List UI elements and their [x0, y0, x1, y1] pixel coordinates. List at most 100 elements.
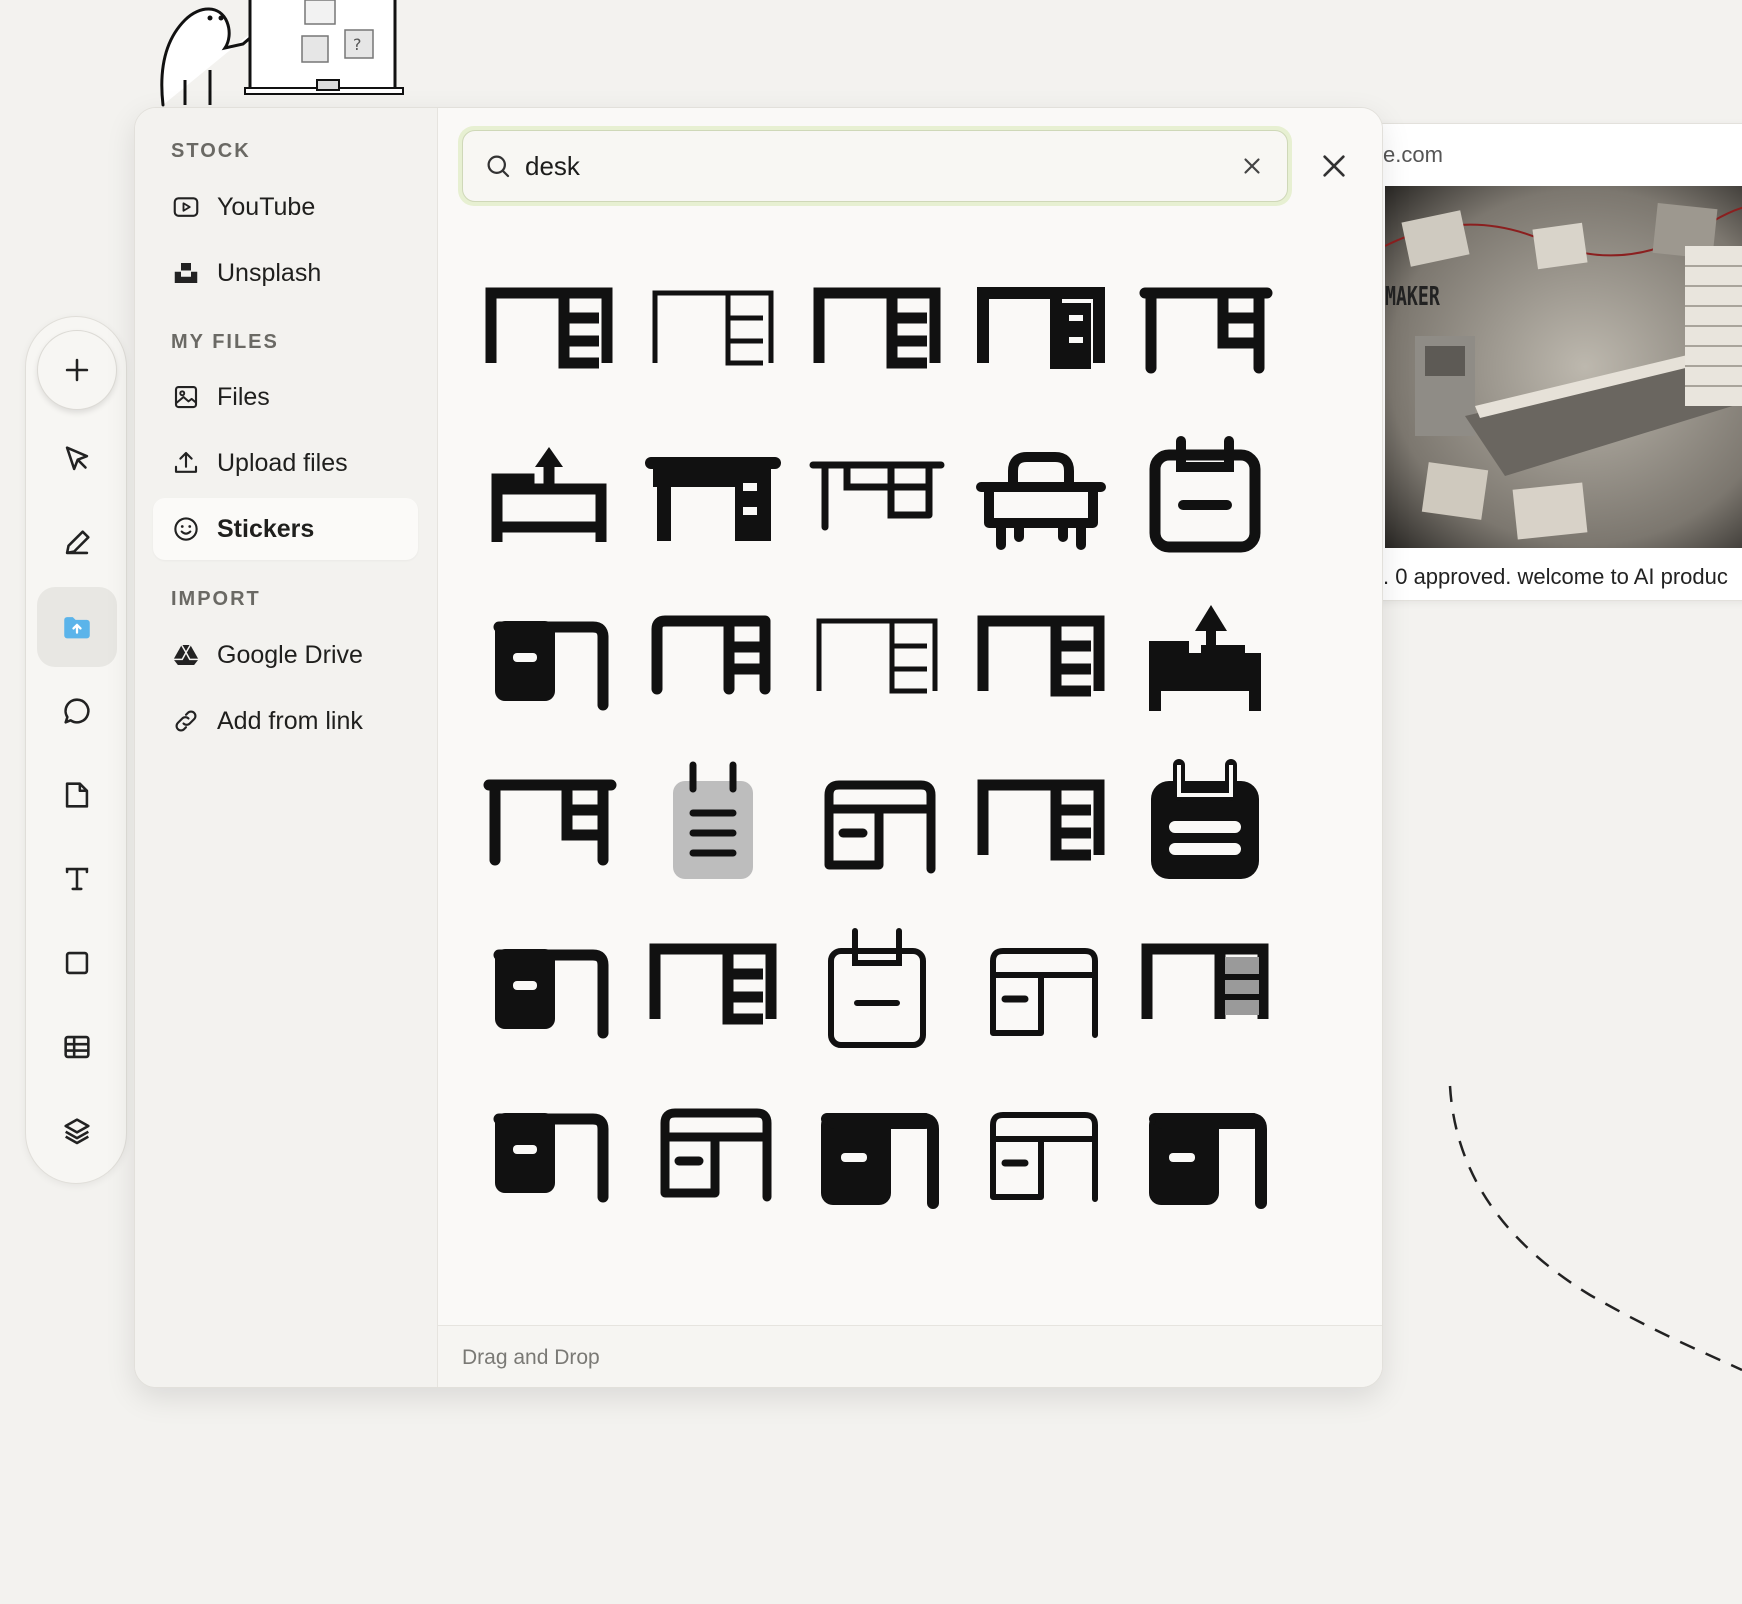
notepad-gray-icon	[673, 761, 753, 879]
desk-solid-icon	[645, 457, 781, 541]
search-input[interactable]	[525, 145, 1205, 187]
mascot-illustration: ?	[160, 0, 404, 107]
pen-tool[interactable]	[37, 503, 117, 583]
rectangle-icon	[65, 951, 89, 975]
sidebar-item-google-drive[interactable]: Google Drive	[153, 624, 418, 686]
sticker-item[interactable]	[474, 914, 624, 1064]
text-icon	[65, 867, 89, 891]
note-icon	[65, 782, 89, 808]
sidebar-item-unsplash[interactable]: Unsplash	[153, 242, 418, 304]
desk-drawer-left-solid-full-icon	[821, 1113, 939, 1209]
desk-drawers-bold-icon	[977, 287, 1105, 369]
sidebar-item-youtube[interactable]: YouTube	[153, 176, 418, 238]
sidebar-item-upload-files[interactable]: Upload files	[153, 432, 418, 494]
search-focus-ring	[458, 126, 1292, 206]
desk-drawers-icon	[977, 615, 1105, 697]
sticker-item[interactable]	[802, 750, 952, 900]
desk-drawer-left-thin-icon	[990, 1112, 1098, 1202]
desk-wide-thin-icon	[809, 461, 945, 531]
upload-icon	[171, 448, 201, 478]
sticker-item[interactable]	[802, 422, 952, 572]
search-icon	[487, 155, 510, 178]
media-panel: STOCK YouTube Unsplash MY FILES Files Up…	[134, 107, 1383, 1388]
comment-tool[interactable]	[37, 671, 117, 751]
shape-tool[interactable]	[37, 923, 117, 1003]
sidebar-item-files[interactable]: Files	[153, 366, 418, 428]
sticker-item[interactable]	[966, 914, 1116, 1064]
close-icon[interactable]	[1318, 150, 1350, 182]
search-box	[462, 130, 1288, 202]
clear-search-icon[interactable]	[1239, 153, 1265, 179]
unsplash-icon	[171, 258, 201, 288]
desk-drawer-left-solid-icon	[493, 1113, 609, 1203]
sidebar-item-label: Unsplash	[217, 258, 322, 287]
web-card-url: e.com	[1383, 142, 1443, 167]
sticker-item[interactable]	[966, 586, 1116, 736]
section-header-my-files: MY FILES	[171, 331, 279, 353]
desk-drawers-thin-icon	[816, 618, 938, 694]
sticker-item[interactable]	[474, 750, 624, 900]
sticker-item[interactable]	[638, 750, 788, 900]
sticker-item[interactable]	[1130, 914, 1280, 1064]
sticker-item[interactable]	[802, 914, 952, 1064]
desk-drawers-gray-icon	[1141, 943, 1269, 1019]
sticker-item[interactable]	[966, 1078, 1116, 1228]
sticker-item[interactable]	[966, 750, 1116, 900]
sidebar-item-stickers[interactable]: Stickers	[153, 498, 418, 560]
sticker-item[interactable]	[802, 1078, 952, 1228]
sticker-item[interactable]	[474, 1078, 624, 1228]
sticker-item[interactable]	[1130, 1078, 1280, 1228]
left-toolbar	[25, 316, 127, 1184]
sticker-item[interactable]	[802, 258, 952, 408]
pointer-icon	[65, 446, 89, 471]
sticker-item[interactable]	[638, 422, 788, 572]
plus-icon	[65, 358, 89, 382]
school-desk-icon	[976, 452, 1106, 550]
layers-icon	[64, 1118, 90, 1145]
text-tool[interactable]	[37, 839, 117, 919]
note-tool[interactable]	[37, 755, 117, 835]
sticker-item[interactable]	[802, 586, 952, 736]
desk-drawer-left-solid-full-icon	[1149, 1113, 1267, 1209]
web-card-thumbnail[interactable]: MAKER	[1385, 186, 1742, 548]
link-icon	[171, 706, 201, 736]
sticker-item[interactable]	[638, 1078, 788, 1228]
layers-tool[interactable]	[37, 1091, 117, 1171]
stickers-content: Drag and Drop	[438, 108, 1382, 1387]
drag-and-drop-hint: Drag and Drop	[462, 1346, 600, 1369]
comment-icon	[64, 698, 90, 724]
image-icon	[171, 382, 201, 412]
upload-media-tool[interactable]	[37, 587, 117, 667]
sticker-item[interactable]	[474, 258, 624, 408]
sidebar-item-add-from-link[interactable]: Add from link	[153, 690, 418, 752]
media-sidebar: STOCK YouTube Unsplash MY FILES Files Up…	[135, 108, 438, 1387]
smiley-icon	[171, 514, 201, 544]
desk-drawers-wide-icon	[483, 779, 617, 866]
sticker-item[interactable]	[1130, 422, 1280, 572]
sidebar-item-label: YouTube	[217, 192, 316, 221]
sticker-item[interactable]	[638, 258, 788, 408]
sticker-item[interactable]	[966, 258, 1116, 408]
table-tool[interactable]	[37, 1007, 117, 1087]
sticker-item[interactable]	[1130, 258, 1280, 408]
google-drive-icon	[171, 640, 201, 670]
sticker-item[interactable]	[966, 422, 1116, 572]
sticker-item[interactable]	[638, 914, 788, 1064]
folder-upload-icon	[64, 617, 90, 639]
sticker-item[interactable]	[1130, 586, 1280, 736]
desk-drawer-left-thin-icon	[990, 948, 1098, 1038]
sticker-item[interactable]	[638, 586, 788, 736]
select-tool[interactable]	[37, 419, 117, 499]
desk-drawers-wide-icon	[1139, 287, 1273, 374]
web-card-image-text: MAKER	[1385, 282, 1440, 312]
section-header-stock: STOCK	[171, 140, 251, 162]
background-web-card[interactable]: e.com MAKER . 0 approved. welcome to AI …	[1370, 123, 1742, 601]
desk-lamp-solid-icon	[1149, 605, 1261, 711]
sticker-item[interactable]	[474, 586, 624, 736]
add-button[interactable]	[37, 330, 117, 410]
svg-text:?: ?	[353, 35, 362, 54]
sticker-item[interactable]	[1130, 750, 1280, 900]
sticker-item[interactable]	[474, 422, 624, 572]
desk-lamp-outline-icon	[491, 447, 607, 542]
desk-drawers-rounded-icon	[651, 615, 771, 695]
